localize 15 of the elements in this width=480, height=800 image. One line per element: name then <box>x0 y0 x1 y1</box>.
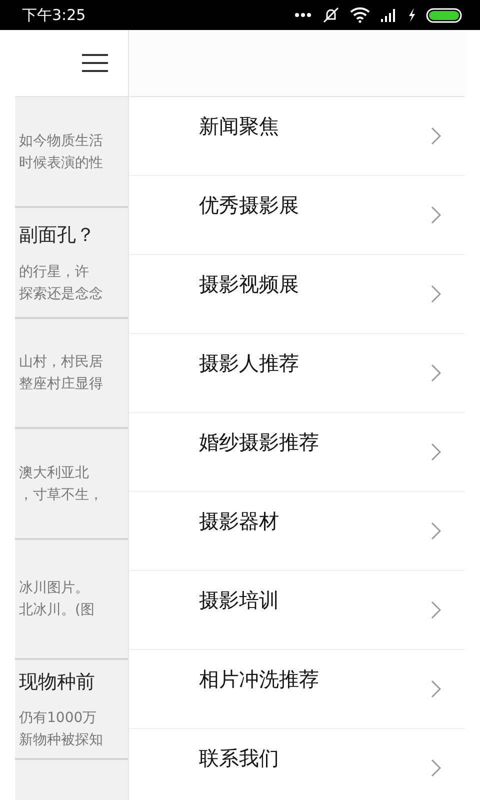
article-snippet: 仍有1000万 <box>19 709 98 728</box>
clock-time: 下午3:25 <box>22 4 86 26</box>
article-snippet: 新物种被探知 <box>19 731 104 750</box>
article-snippet: ，寸草不生， <box>19 486 104 504</box>
article-snippet: 探索还是念念 <box>19 284 104 304</box>
article-title: 副面孔？ <box>19 223 96 248</box>
article-snippet: 如今物质生活 <box>19 132 104 150</box>
article-title: 现物种前 <box>19 670 96 695</box>
article-snippet: 北冰川。(图 <box>19 601 96 620</box>
article-snippet: 整座村庄显得 <box>19 375 104 394</box>
article-snippet: 时候表演的性 <box>19 154 104 172</box>
article-snippet: 的行星，许 <box>19 262 90 282</box>
article-snippet: 山村，村民居 <box>19 353 104 372</box>
article-snippet: 澳大利亚北 <box>19 464 90 482</box>
article-snippet: 冰川图片。 <box>19 579 90 598</box>
